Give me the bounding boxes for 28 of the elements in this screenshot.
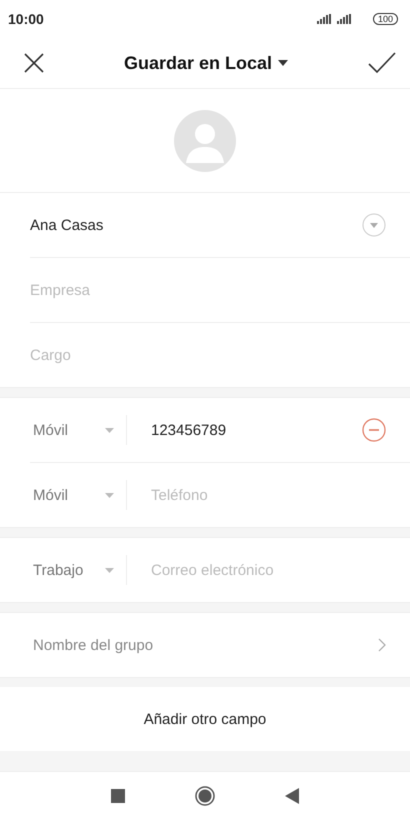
group-placeholder: Nombre del grupo: [33, 636, 154, 654]
group-selector[interactable]: Nombre del grupo: [30, 613, 410, 677]
back-icon[interactable]: [285, 788, 299, 804]
chevron-right-icon: [378, 638, 386, 652]
save-button[interactable]: [368, 52, 396, 74]
phone-field[interactable]: 123456789: [151, 422, 362, 438]
caret-icon: [105, 568, 114, 572]
phone-type-dropdown[interactable]: Móvil: [30, 422, 126, 438]
signal-icon: [336, 14, 353, 24]
phone-field[interactable]: Teléfono: [151, 486, 386, 504]
status-time: 10:00: [8, 11, 44, 27]
caret-icon: [105, 492, 114, 498]
check-icon: [368, 52, 396, 74]
battery-level: 100: [372, 13, 398, 25]
name-field[interactable]: Ana Casas: [30, 216, 362, 234]
signal-icon: [316, 14, 333, 24]
text-field[interactable]: Empresa: [30, 282, 386, 298]
caret-icon: [278, 60, 288, 66]
remove-icon[interactable]: [362, 418, 386, 442]
text-field[interactable]: Cargo: [30, 346, 386, 364]
email-type-dropdown[interactable]: Trabajo: [30, 562, 126, 578]
close-button[interactable]: [24, 53, 44, 73]
account-dropdown[interactable]: Guardar en Local: [124, 52, 288, 74]
close-icon: [24, 53, 44, 73]
phone-type-dropdown[interactable]: Móvil: [30, 486, 126, 504]
home-icon[interactable]: [195, 786, 215, 806]
email-field[interactable]: Correo electrónico: [151, 562, 386, 578]
caret-icon: [105, 428, 114, 432]
